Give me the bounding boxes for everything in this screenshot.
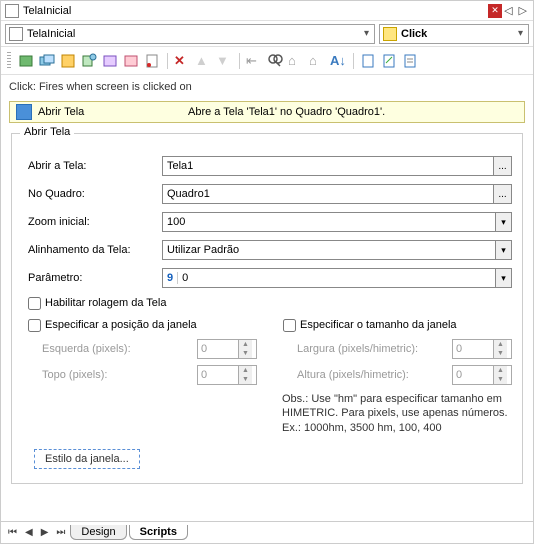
label-parametro: Parâmetro:	[22, 272, 162, 284]
toolbar: ✕ ▲ ▼ ⇤ ⌂ ⌂ A↓	[1, 47, 533, 75]
toolbar-btn-7[interactable]	[142, 51, 162, 71]
especificar-posicao-checkbox[interactable]	[28, 319, 41, 332]
himetric-note: Obs.: Use "hm" para especificar tamanho …	[22, 388, 512, 445]
nav-next-icon[interactable]: ▷	[517, 4, 529, 17]
especificar-posicao-label: Especificar a posição da janela	[45, 319, 197, 331]
habilitar-rolagem-label: Habilitar rolagem da Tela	[45, 297, 166, 309]
close-icon[interactable]: ✕	[488, 4, 502, 18]
label-no-quadro: No Quadro:	[22, 188, 162, 200]
chevron-down-icon[interactable]: ▾	[516, 28, 525, 39]
delete-icon[interactable]: ✕	[172, 51, 192, 71]
move-down-icon: ▼	[214, 51, 234, 71]
move-up-icon: ▲	[193, 51, 213, 71]
bottom-tabstrip: ⏮ ◀ ▶ ⏭ Design Scripts	[1, 521, 533, 543]
group-legend: Abrir Tela	[20, 126, 74, 138]
toolbar-btn-1[interactable]	[16, 51, 36, 71]
spin-down-icon: ▼	[494, 349, 507, 358]
toolbar-btn-4[interactable]	[79, 51, 99, 71]
label-esquerda: Esquerda (pixels):	[42, 343, 191, 355]
event-combo[interactable]: Click ▾	[379, 24, 529, 44]
alinhamento-field[interactable]: ▾	[162, 240, 512, 260]
action-name: Abrir Tela	[38, 106, 188, 118]
nav-prev-icon[interactable]: ◁	[502, 4, 514, 17]
parametro-input[interactable]	[178, 272, 495, 284]
doc-icon-2[interactable]	[379, 51, 399, 71]
spin-down-icon: ▼	[239, 375, 252, 384]
toolbar-btn-a2: ⌂	[307, 51, 327, 71]
altura-spinner: ▲▼	[452, 365, 512, 385]
toolbar-btn-3[interactable]	[58, 51, 78, 71]
chevron-down-icon[interactable]: ▾	[495, 213, 511, 231]
label-topo: Topo (pixels):	[42, 369, 191, 381]
action-description: Abre a Tela 'Tela1' no Quadro 'Quadro1'.	[188, 106, 524, 118]
chevron-down-icon[interactable]: ▾	[495, 241, 511, 259]
no-quadro-input[interactable]	[163, 188, 493, 200]
toolbar-separator	[235, 51, 243, 71]
no-quadro-field[interactable]: ...	[162, 184, 512, 204]
tab-nav-prev-icon[interactable]: ◀	[22, 527, 36, 538]
param-type-icon[interactable]: 9	[163, 272, 178, 284]
abrir-tela-input[interactable]	[163, 160, 493, 172]
alinhamento-input[interactable]	[163, 244, 495, 256]
ellipsis-button[interactable]: ...	[493, 185, 511, 203]
toolbar-separator	[163, 51, 171, 71]
toolbar-btn-5[interactable]	[100, 51, 120, 71]
spin-up-icon: ▲	[239, 366, 252, 375]
largura-input	[453, 343, 493, 355]
tab-nav-next-icon[interactable]: ▶	[38, 527, 52, 538]
chevron-down-icon[interactable]: ▾	[362, 28, 371, 39]
lightning-icon	[383, 27, 397, 41]
largura-spinner: ▲▼	[452, 339, 512, 359]
ellipsis-button[interactable]: ...	[493, 157, 511, 175]
spin-up-icon: ▲	[239, 340, 252, 349]
label-zoom: Zoom inicial:	[22, 216, 162, 228]
screen-icon	[9, 27, 23, 41]
toolbar-grip	[7, 52, 11, 70]
tab-design[interactable]: Design	[70, 525, 126, 540]
window-icon	[5, 4, 19, 18]
toolbar-btn-2[interactable]	[37, 51, 57, 71]
tab-nav-last-icon[interactable]: ⏭	[53, 527, 68, 538]
habilitar-rolagem-checkbox[interactable]	[28, 297, 41, 310]
event-description: Click: Fires when screen is clicked on	[1, 75, 533, 99]
toolbar-btn-a1: ⌂	[286, 51, 306, 71]
indent-left-icon: ⇤	[244, 51, 264, 71]
spin-down-icon: ▼	[494, 375, 507, 384]
chevron-down-icon[interactable]: ▾	[495, 269, 511, 287]
toolbar-btn-6[interactable]	[121, 51, 141, 71]
tab-scripts[interactable]: Scripts	[129, 525, 188, 540]
spin-up-icon: ▲	[494, 340, 507, 349]
esquerda-spinner: ▲▼	[197, 339, 257, 359]
toolbar-separator	[349, 51, 357, 71]
label-abrir-tela: Abrir a Tela:	[22, 160, 162, 172]
topo-spinner: ▲▼	[197, 365, 257, 385]
spin-up-icon: ▲	[494, 366, 507, 375]
object-combo[interactable]: TelaInicial ▾	[5, 24, 375, 44]
label-alinhamento: Alinhamento da Tela:	[22, 244, 162, 256]
label-largura: Largura (pixels/himetric):	[297, 343, 446, 355]
estilo-janela-button[interactable]: Estilo da janela...	[34, 449, 140, 469]
doc-icon-1[interactable]	[358, 51, 378, 71]
zoom-input[interactable]	[163, 216, 495, 228]
find-icon[interactable]	[265, 51, 285, 71]
sort-icon[interactable]: A↓	[328, 51, 348, 71]
altura-input	[453, 369, 493, 381]
abrir-tela-group: Abrir Tela Abrir a Tela: ... No Quadro: …	[11, 133, 523, 484]
window-title: TelaInicial	[23, 5, 484, 17]
spin-down-icon: ▼	[239, 349, 252, 358]
abrir-tela-field[interactable]: ...	[162, 156, 512, 176]
doc-icon-3[interactable]	[400, 51, 420, 71]
esquerda-input	[198, 343, 238, 355]
zoom-field[interactable]: ▾	[162, 212, 512, 232]
action-header[interactable]: Abrir Tela Abre a Tela 'Tela1' no Quadro…	[9, 101, 525, 123]
label-altura: Altura (pixels/himetric):	[297, 369, 446, 381]
tab-nav-first-icon[interactable]: ⏮	[5, 527, 20, 538]
especificar-tamanho-label: Especificar o tamanho da janela	[300, 319, 457, 331]
parametro-field[interactable]: 9 ▾	[162, 268, 512, 288]
open-screen-icon	[16, 104, 32, 120]
especificar-tamanho-checkbox[interactable]	[283, 319, 296, 332]
topo-input	[198, 369, 238, 381]
